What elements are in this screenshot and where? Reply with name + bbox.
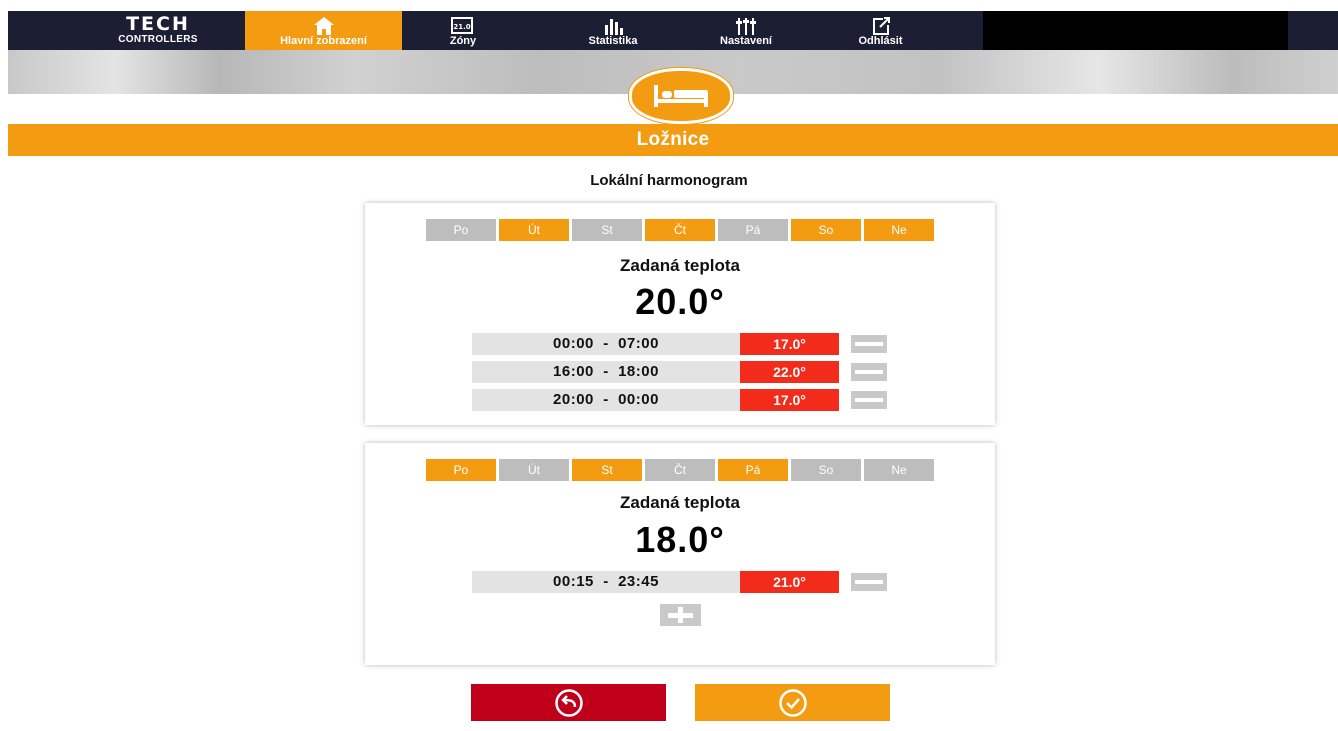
day-toggle[interactable]: Čt — [645, 459, 715, 481]
day-toggle[interactable]: Pá — [718, 459, 788, 481]
nav-label: Nastavení — [720, 35, 772, 47]
set-temperature-value: 20.0° — [635, 281, 725, 322]
nav-item-home[interactable]: Hlavní zobrazení — [245, 11, 402, 50]
set-temperature-label: Zadaná teplota — [620, 493, 740, 512]
zones-display-icon: 21.0 — [428, 11, 498, 35]
interval-temperature[interactable]: 17.0° — [740, 333, 839, 355]
remove-interval-icon[interactable] — [851, 391, 887, 409]
set-temperature-label: Zadaná teplota — [620, 256, 740, 275]
nav-label: Odhlásit — [858, 35, 903, 47]
interval-to: 00:00 — [618, 391, 659, 408]
back-button[interactable] — [471, 684, 666, 721]
interval-row: 00:15 - 23:45 21.0° — [472, 571, 890, 593]
day-toggle[interactable]: Čt — [645, 219, 715, 241]
interval-time[interactable]: 00:00 - 07:00 — [472, 333, 740, 355]
nav-label: Zóny — [449, 35, 477, 47]
logo-subtitle: CONTROLLERS — [118, 34, 198, 45]
day-toggle[interactable]: Út — [499, 459, 569, 481]
day-toggle[interactable]: Út — [499, 219, 569, 241]
interval-temperature[interactable]: 21.0° — [740, 571, 839, 593]
logo-brand: TECH — [126, 13, 190, 35]
svg-text:21.0: 21.0 — [453, 23, 470, 31]
day-toggle[interactable]: Ne — [864, 459, 934, 481]
zone-name: Ložnice — [636, 129, 710, 150]
day-toggle[interactable]: Ne — [864, 219, 934, 241]
checkmark-circle-icon — [778, 688, 807, 717]
remove-interval-icon[interactable] — [851, 335, 887, 353]
interval-to: 18:00 — [618, 363, 659, 380]
day-selector: Po Út St Čt Pá So Ne — [426, 459, 934, 481]
day-selector: Po Út St Čt Pá So Ne — [426, 219, 934, 241]
remove-interval-icon[interactable] — [851, 363, 887, 381]
interval-temperature[interactable]: 17.0° — [740, 389, 839, 411]
remove-interval-icon[interactable] — [851, 573, 887, 591]
interval-from: 16:00 — [553, 363, 594, 380]
nav-label: Hlavní zobrazení — [280, 35, 367, 47]
home-icon — [245, 11, 402, 35]
interval-from: 00:00 — [553, 335, 594, 352]
schedule-card-2: Po Út St Čt Pá So Ne Zadaná teplota 18.0° 00:1… — [365, 443, 995, 665]
nav-blank-area — [983, 11, 1288, 50]
nav-item-settings[interactable]: Nastavení — [701, 11, 791, 50]
day-toggle[interactable]: Po — [426, 219, 496, 241]
interval-temperature[interactable]: 22.0° — [740, 361, 839, 383]
interval-time[interactable]: 20:00 - 00:00 — [472, 389, 740, 411]
interval-row: 16:00 - 18:00 22.0° — [472, 361, 890, 383]
bar-chart-icon — [568, 11, 658, 35]
logout-icon — [843, 11, 918, 35]
day-toggle[interactable]: St — [572, 219, 642, 241]
set-temperature-value: 18.0° — [635, 519, 725, 560]
day-toggle[interactable]: So — [791, 219, 861, 241]
schedule-card-1: Po Út St Čt Pá So Ne Zadaná teplota 20.0° 00:0… — [365, 203, 995, 425]
interval-time[interactable]: 16:00 - 18:00 — [472, 361, 740, 383]
confirm-button[interactable] — [695, 684, 890, 721]
interval-from: 20:00 — [553, 391, 594, 408]
schedule-title: Lokální harmonogram — [590, 172, 748, 189]
nav-label: Statistika — [588, 35, 638, 47]
sliders-icon — [701, 11, 791, 35]
interval-row: 20:00 - 00:00 17.0° — [472, 389, 890, 411]
interval-to: 07:00 — [618, 335, 659, 352]
nav-item-statistics[interactable]: Statistika — [568, 11, 658, 50]
day-toggle[interactable]: So — [791, 459, 861, 481]
tech-controllers-logo: TECH CONTROLLERS — [88, 14, 228, 50]
add-interval-icon[interactable] — [660, 604, 701, 626]
day-toggle[interactable]: Pá — [718, 219, 788, 241]
zone-title-bar: Ložnice — [8, 124, 1338, 156]
undo-arrow-icon — [554, 688, 583, 717]
interval-to: 23:45 — [618, 573, 659, 590]
interval-row: 00:00 - 07:00 17.0° — [472, 333, 890, 355]
interval-from: 00:15 — [553, 573, 594, 590]
nav-item-logout[interactable]: Odhlásit — [843, 11, 918, 50]
top-navigation-bar: TECH CONTROLLERS Hlavní zobrazení 21.0 Z… — [8, 11, 1338, 50]
day-toggle[interactable]: Po — [426, 459, 496, 481]
day-toggle[interactable]: St — [572, 459, 642, 481]
bed-icon — [629, 68, 733, 124]
nav-item-zones[interactable]: 21.0 Zóny — [428, 11, 498, 50]
interval-time[interactable]: 00:15 - 23:45 — [472, 571, 740, 593]
